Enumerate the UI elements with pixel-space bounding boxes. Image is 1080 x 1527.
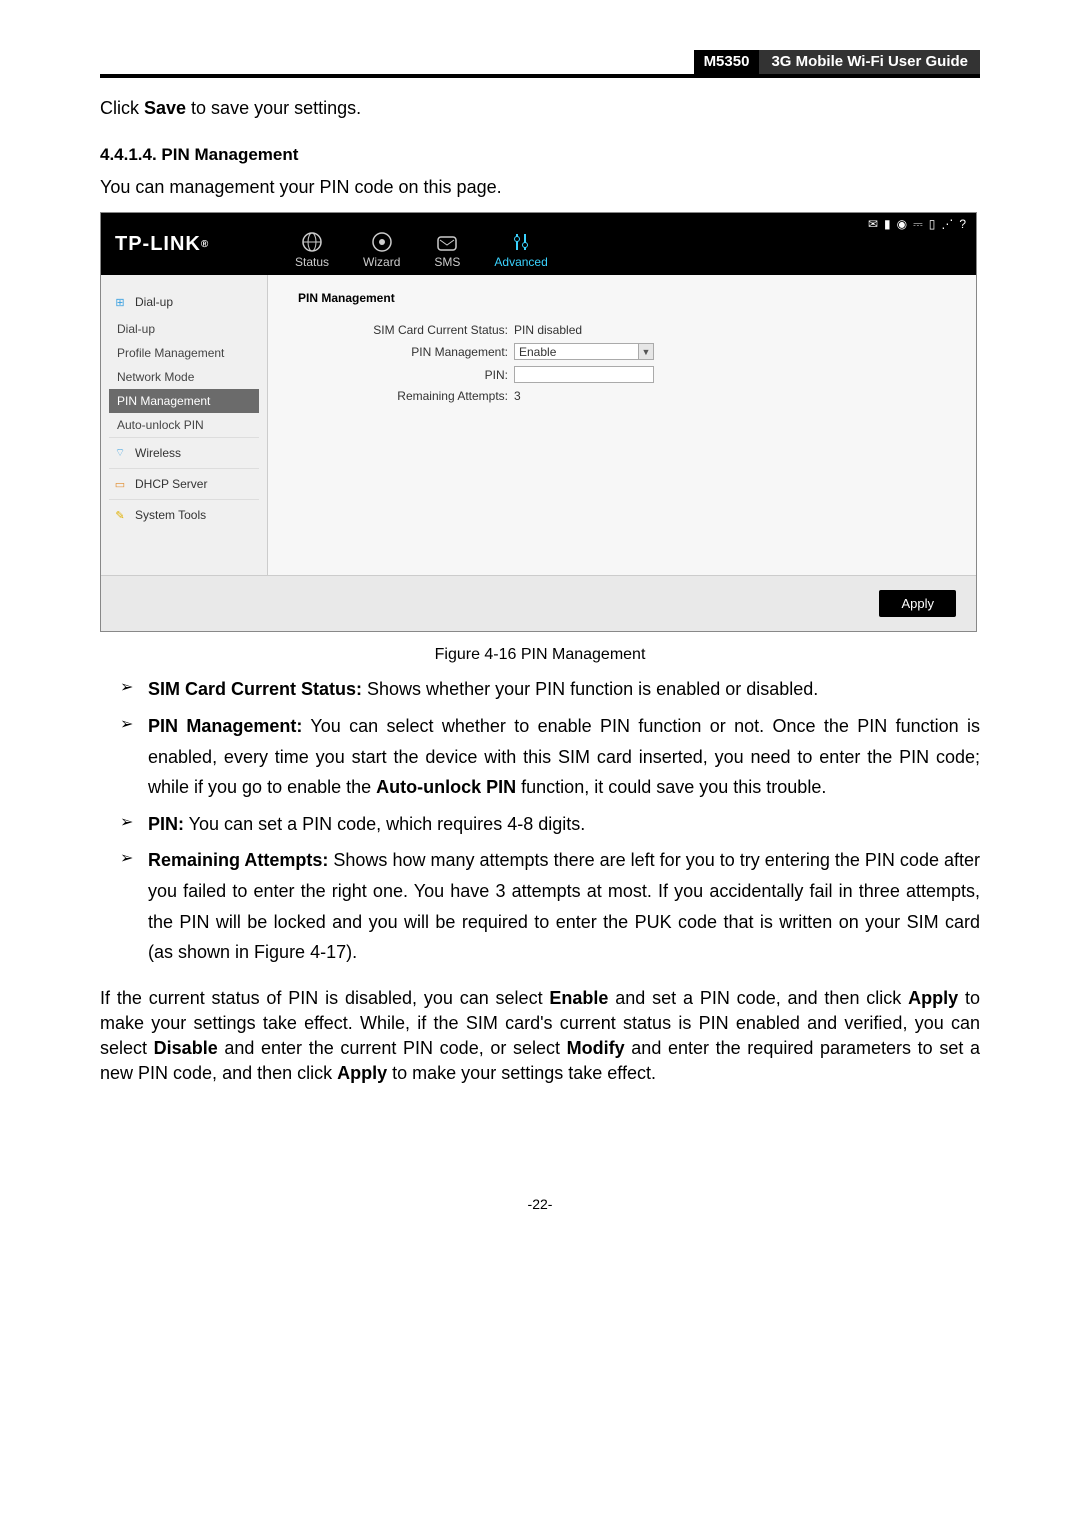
- doc-title: 3G Mobile Wi-Fi User Guide: [759, 50, 980, 74]
- text: and set a PIN code, and then click: [608, 988, 908, 1008]
- row-pin-management: PIN Management: Enable ▼: [298, 343, 946, 360]
- row-pin: PIN:: [298, 366, 946, 383]
- term: Remaining Attempts:: [148, 850, 328, 870]
- value-remaining: 3: [514, 389, 521, 403]
- text: and enter the current PIN code, or selec…: [218, 1038, 567, 1058]
- content-area: PIN Management SIM Card Current Status: …: [268, 275, 976, 575]
- sidebar-label: DHCP Server: [135, 477, 207, 491]
- registered-icon: ®: [201, 239, 209, 250]
- row-sim-status: SIM Card Current Status: PIN disabled: [298, 323, 946, 337]
- status-tray: ✉ ▮ ◉ ⎓ ▯ ⋰ ?: [860, 213, 976, 237]
- dialup-icon: ⊞: [113, 295, 127, 309]
- target-icon: [371, 231, 393, 253]
- list-item: PIN Management: You can select whether t…: [124, 711, 980, 803]
- router-ui-screenshot: TP-LINK® Status Wizard SMS Advanced: [100, 212, 977, 632]
- kw: Disable: [154, 1038, 218, 1058]
- term: SIM Card Current Status:: [148, 679, 362, 699]
- sidebar-group-dialup[interactable]: ⊞ Dial-up: [109, 287, 259, 317]
- desc: Shows whether your PIN function is enabl…: [362, 679, 818, 699]
- model-badge: M5350: [694, 50, 760, 74]
- apply-button[interactable]: Apply: [879, 590, 956, 617]
- dhcp-icon: ▭: [113, 477, 127, 491]
- save-word: Save: [144, 98, 186, 118]
- battery-icon: ▯: [929, 217, 938, 231]
- tab-label: Wizard: [363, 255, 400, 269]
- label-pin: PIN:: [298, 368, 514, 382]
- label-sim-status: SIM Card Current Status:: [298, 323, 514, 337]
- main-tabs: Status Wizard SMS Advanced: [265, 213, 548, 275]
- text: If the current status of PIN is disabled…: [100, 988, 549, 1008]
- section-heading: 4.4.1.4. PIN Management: [100, 145, 980, 165]
- intro-line-1: Click Save to save your settings.: [100, 96, 980, 121]
- sidebar-group-dhcp[interactable]: ▭ DHCP Server: [109, 468, 259, 499]
- sidebar-label: System Tools: [135, 508, 206, 522]
- kw: Enable: [549, 988, 608, 1008]
- tab-advanced[interactable]: Advanced: [494, 231, 547, 269]
- sidebar-label: Dial-up: [135, 295, 173, 309]
- intro-line-2: You can management your PIN code on this…: [100, 175, 980, 200]
- sidebar-item-network[interactable]: Network Mode: [109, 365, 259, 389]
- doc-header: M5350 3G Mobile Wi-Fi User Guide: [100, 50, 980, 78]
- closing-paragraph: If the current status of PIN is disabled…: [100, 986, 980, 1087]
- text: to save your settings.: [186, 98, 361, 118]
- sidebar-item-profile[interactable]: Profile Management: [109, 341, 259, 365]
- chevron-down-icon: ▼: [638, 344, 653, 359]
- term: PIN Management:: [148, 716, 302, 736]
- kw: Modify: [567, 1038, 625, 1058]
- envelope-icon: [436, 235, 458, 253]
- sidebar-label: Wireless: [135, 446, 181, 460]
- row-remaining: Remaining Attempts: 3: [298, 389, 946, 403]
- figure-caption: Figure 4-16 PIN Management: [100, 646, 980, 664]
- tab-wizard[interactable]: Wizard: [363, 231, 400, 269]
- tab-label: SMS: [434, 255, 460, 269]
- select-pin-management[interactable]: Enable ▼: [514, 343, 654, 360]
- tab-sms[interactable]: SMS: [434, 235, 460, 269]
- sliders-icon: [510, 231, 532, 253]
- input-pin[interactable]: [514, 366, 654, 383]
- brand-logo: TP-LINK®: [101, 213, 265, 275]
- help-icon: ?: [959, 217, 968, 231]
- globe-icon: [301, 231, 323, 253]
- tab-status[interactable]: Status: [295, 231, 329, 269]
- value-sim-status: PIN disabled: [514, 323, 582, 337]
- wifi-side-icon: ⌔: [113, 446, 127, 460]
- charge-icon: ⎓: [913, 217, 925, 232]
- brand-text: TP-LINK: [115, 233, 201, 256]
- sidebar-item-dialup[interactable]: Dial-up: [109, 317, 259, 341]
- list-item: PIN: You can set a PIN code, which requi…: [124, 809, 980, 840]
- desc: function, it could save you this trouble…: [516, 777, 826, 797]
- kw: Apply: [908, 988, 958, 1008]
- wifi-icon: ⋰: [941, 217, 955, 231]
- app-body: ⊞ Dial-up Dial-up Profile Management Net…: [101, 275, 976, 575]
- term-inline: Auto-unlock PIN: [376, 777, 516, 797]
- label-remaining: Remaining Attempts:: [298, 389, 514, 403]
- label-pin-management: PIN Management:: [298, 345, 514, 359]
- tools-icon: ✎: [113, 508, 127, 522]
- bullet-list: SIM Card Current Status: Shows whether y…: [100, 674, 980, 967]
- app-header: TP-LINK® Status Wizard SMS Advanced: [101, 213, 976, 275]
- app-footer: Apply: [101, 575, 976, 631]
- tab-label: Advanced: [494, 255, 547, 269]
- page: M5350 3G Mobile Wi-Fi User Guide Click S…: [0, 0, 1080, 1252]
- list-item: SIM Card Current Status: Shows whether y…: [124, 674, 980, 705]
- content-title: PIN Management: [298, 291, 946, 305]
- term: PIN:: [148, 814, 184, 834]
- tab-label: Status: [295, 255, 329, 269]
- sidebar: ⊞ Dial-up Dial-up Profile Management Net…: [101, 275, 268, 575]
- list-item: Remaining Attempts: Shows how many attem…: [124, 845, 980, 967]
- globe-small-icon: ◉: [897, 217, 909, 231]
- signal-icon: ▮: [884, 217, 893, 231]
- sidebar-item-pin[interactable]: PIN Management: [109, 389, 259, 413]
- sidebar-group-wireless[interactable]: ⌔ Wireless: [109, 437, 259, 468]
- mail-icon: ✉: [868, 217, 880, 231]
- page-number: -22-: [100, 1196, 980, 1212]
- sidebar-item-autounlock[interactable]: Auto-unlock PIN: [109, 413, 259, 437]
- desc: You can set a PIN code, which requires 4…: [184, 814, 585, 834]
- select-value: Enable: [519, 345, 556, 359]
- kw: Apply: [337, 1063, 387, 1083]
- text: Click: [100, 98, 144, 118]
- text: to make your settings take effect.: [387, 1063, 656, 1083]
- sidebar-group-tools[interactable]: ✎ System Tools: [109, 499, 259, 530]
